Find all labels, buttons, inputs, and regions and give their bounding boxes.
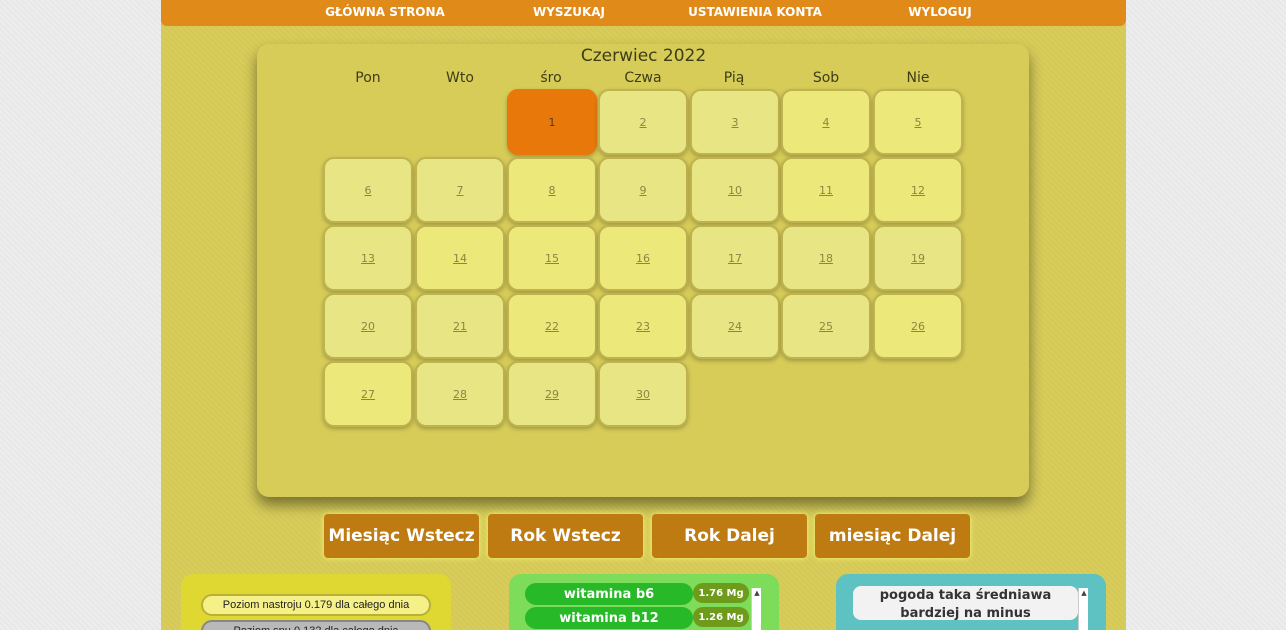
calendar-day[interactable]: 17 — [690, 225, 780, 291]
prev-year-button[interactable]: Rok Wstecz — [488, 514, 643, 558]
nav-search-link[interactable]: WYSZUKAJ — [533, 5, 605, 19]
calendar-day[interactable]: 20 — [323, 293, 413, 359]
calendar-day[interactable]: 9 — [598, 157, 688, 223]
next-year-button[interactable]: Rok Dalej — [652, 514, 807, 558]
calendar-day[interactable]: 26 — [873, 293, 963, 359]
calendar-day[interactable]: 25 — [781, 293, 871, 359]
calendar-day-today[interactable]: 1 — [507, 89, 597, 155]
calendar-day[interactable]: 4 — [781, 89, 871, 155]
calendar-day[interactable]: 30 — [598, 361, 688, 427]
weather-text: pogoda taka średniawa bardziej na minus — [853, 586, 1078, 621]
calendar-day[interactable]: 5 — [873, 89, 963, 155]
calendar-title: Czerwiec 2022 — [580, 46, 707, 66]
weekday-header: Wto — [446, 70, 474, 86]
weekday-header: Pon — [355, 70, 381, 86]
scroll-up-icon[interactable]: ▲ — [752, 588, 762, 598]
weekday-header: Nie — [906, 70, 930, 86]
calendar-day[interactable]: 22 — [507, 293, 597, 359]
calendar-day[interactable]: 6 — [323, 157, 413, 223]
calendar-day[interactable]: 19 — [873, 225, 963, 291]
top-nav: GŁÓWNA STRONA WYSZUKAJ USTAWIENIA KONTA … — [161, 0, 1126, 26]
calendar-day[interactable]: 3 — [690, 89, 780, 155]
weather-scrollbar[interactable]: ▲ — [1078, 588, 1088, 630]
calendar-day[interactable]: 2 — [598, 89, 688, 155]
vitamin-amount: 1.26 Mg — [693, 607, 749, 627]
weather-panel: pogoda taka średniawa bardziej na minus … — [836, 574, 1106, 630]
calendar-day[interactable]: 24 — [690, 293, 780, 359]
calendar-day[interactable]: 8 — [507, 157, 597, 223]
prev-month-button[interactable]: Miesiąc Wstecz — [324, 514, 479, 558]
calendar-day[interactable]: 13 — [323, 225, 413, 291]
page: GŁÓWNA STRONA WYSZUKAJ USTAWIENIA KONTA … — [161, 0, 1126, 630]
nav-account-settings-link[interactable]: USTAWIENIA KONTA — [688, 5, 822, 19]
sleep-level-text: Poziom snu 0.132 dla całego dnia — [201, 620, 431, 630]
nav-home-link[interactable]: GŁÓWNA STRONA — [325, 5, 445, 19]
calendar-day[interactable]: 15 — [507, 225, 597, 291]
weekday-header: Czwa — [624, 70, 662, 86]
calendar-day[interactable]: 14 — [415, 225, 505, 291]
weekday-header: Sob — [812, 70, 840, 86]
calendar-day[interactable]: 29 — [507, 361, 597, 427]
calendar-day[interactable]: 10 — [690, 157, 780, 223]
vitamin-name: witamina b12 — [525, 607, 693, 629]
calendar-day[interactable]: 12 — [873, 157, 963, 223]
nav-logout-link[interactable]: WYLOGUJ — [908, 5, 971, 19]
next-month-button[interactable]: miesiąc Dalej — [815, 514, 970, 558]
mood-level-text: Poziom nastroju 0.179 dla całego dnia — [201, 594, 431, 616]
calendar-day[interactable]: 11 — [781, 157, 871, 223]
calendar-day[interactable]: 16 — [598, 225, 688, 291]
calendar-day[interactable]: 23 — [598, 293, 688, 359]
weekday-header: Pią — [723, 70, 745, 86]
vitamins-scrollbar[interactable]: ▲ — [751, 588, 761, 630]
weekday-header: śro — [540, 70, 562, 86]
mood-panel: Poziom nastroju 0.179 dla całego dnia Po… — [181, 574, 451, 630]
calendar-day[interactable]: 7 — [415, 157, 505, 223]
calendar-day[interactable]: 21 — [415, 293, 505, 359]
calendar-day[interactable]: 27 — [323, 361, 413, 427]
vitamin-name: witamina b6 — [525, 583, 693, 605]
calendar-day[interactable]: 18 — [781, 225, 871, 291]
vitamin-amount: 1.76 Mg — [693, 583, 749, 603]
scroll-up-icon[interactable]: ▲ — [1079, 588, 1089, 598]
vitamins-panel: witamina b6 1.76 Mg witamina b12 1.26 Mg… — [509, 574, 779, 630]
calendar-day[interactable]: 28 — [415, 361, 505, 427]
